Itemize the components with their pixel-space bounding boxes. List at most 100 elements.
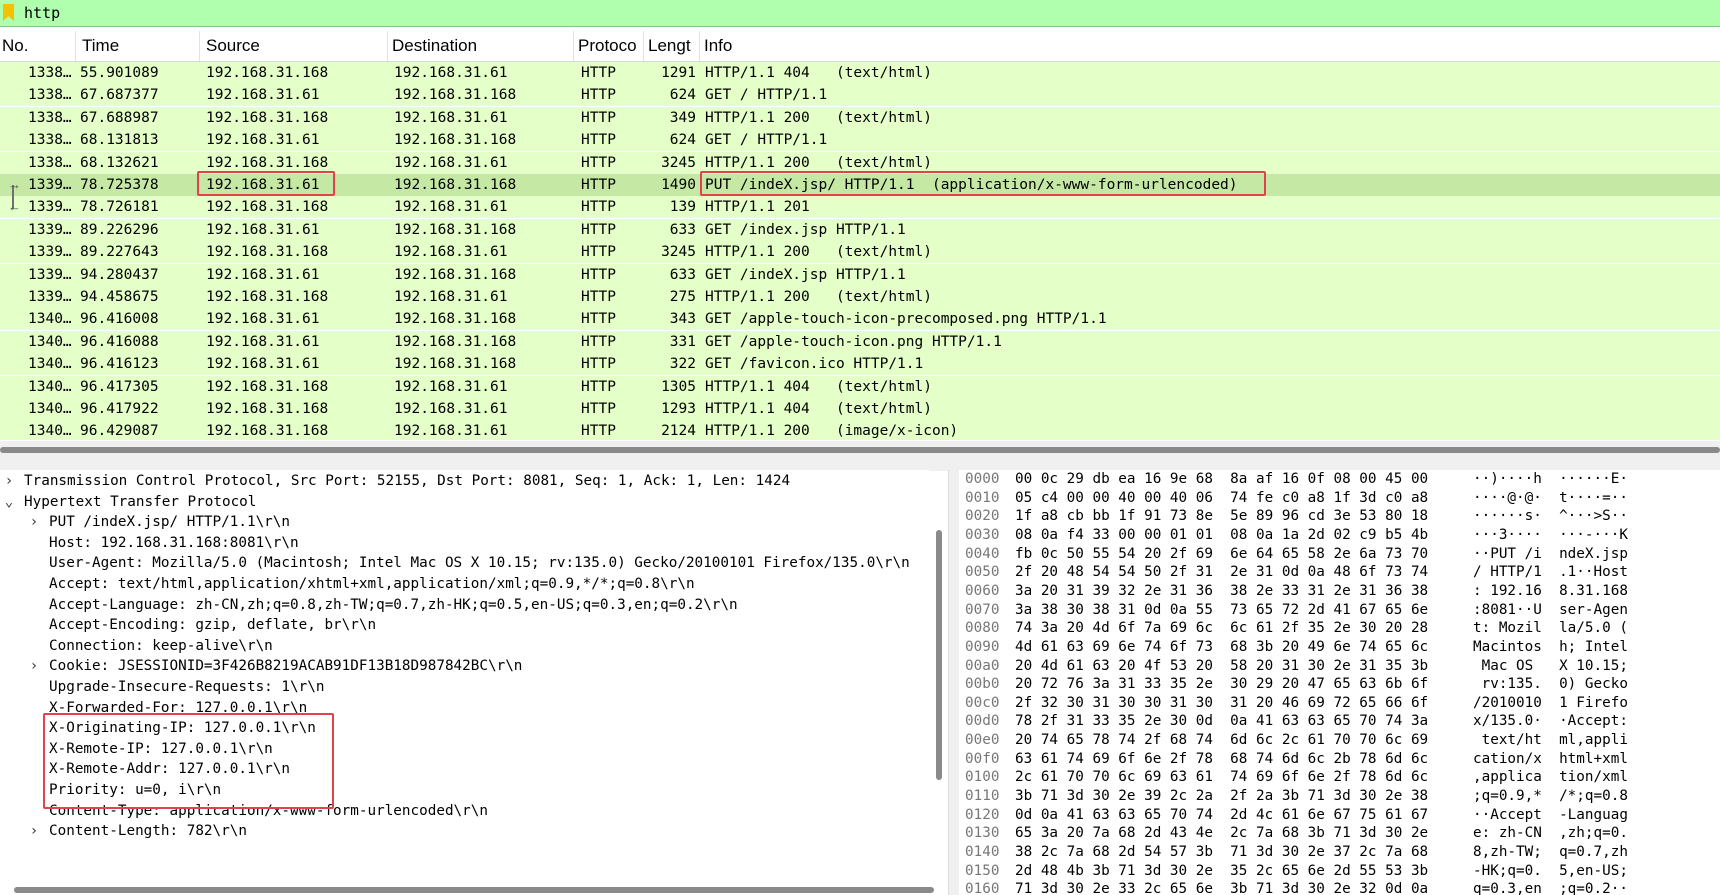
details-tree-item[interactable]: Connection: keep-alive\r\n (0, 635, 930, 657)
column-header-no[interactable]: No. (0, 31, 76, 61)
bytes-hex[interactable]: 2f 20 48 54 54 50 2f 31 2e 31 0d 0a 48 6… (1015, 563, 1428, 582)
column-header-destination[interactable]: Destination (388, 31, 574, 61)
column-header-source[interactable]: Source (200, 31, 388, 61)
details-tree-item[interactable]: Accept-Language: zh-CN,zh;q=0.8,zh-TW;q=… (0, 594, 930, 616)
bytes-offset[interactable]: 00b0 (965, 675, 999, 694)
bytes-offset[interactable]: 0030 (965, 526, 999, 545)
chevron-right-icon[interactable]: › (2, 470, 16, 492)
packet-row[interactable]: 1338… 55.901089 192.168.31.168 192.168.31.6… (0, 62, 1720, 84)
bytes-hex[interactable]: 20 72 76 3a 31 33 35 2e 30 29 20 47 65 6… (1015, 675, 1428, 694)
packet-row[interactable]: 1340… 96.417922 192.168.31.168 192.168.31.6… (0, 398, 1720, 420)
packet-row[interactable]: 1340… 96.416008 192.168.31.61 192.168.31.16… (0, 308, 1720, 331)
bytes-ascii[interactable]: ··PUT /i ndeX.jsp (1473, 545, 1628, 564)
bytes-hex[interactable]: 4d 61 63 69 6e 74 6f 73 68 3b 20 49 6e 7… (1015, 638, 1428, 657)
bytes-hex[interactable]: 3a 20 31 39 32 2e 31 36 38 2e 33 31 2e 3… (1015, 582, 1428, 601)
packet-row[interactable]: 1340… 96.416088 192.168.31.61 192.168.31.16… (0, 330, 1720, 353)
bytes-hex[interactable]: 0d 0a 41 63 63 65 70 74 2d 4c 61 6e 67 7… (1015, 806, 1428, 825)
bytes-hex[interactable]: 71 3d 30 2e 33 2c 65 6e 3b 71 3d 30 2e 3… (1015, 880, 1428, 895)
bytes-offset[interactable]: 00c0 (965, 694, 999, 713)
bytes-ascii[interactable]: -HK;q=0. 5,en-US; (1473, 862, 1628, 881)
pane-splitter[interactable] (0, 441, 1720, 471)
bytes-hex[interactable]: 2c 61 70 70 6c 69 63 61 74 69 6f 6e 2f 7… (1015, 768, 1428, 787)
bytes-ascii[interactable]: ··Accept -Languag (1473, 806, 1628, 825)
packet-row[interactable]: 1339… 89.226296 192.168.31.61 192.168.31.16… (0, 218, 1720, 241)
bytes-hex[interactable]: 2f 32 30 31 30 30 31 30 31 20 46 69 72 6… (1015, 694, 1428, 713)
packet-row[interactable]: 1339… 94.458675 192.168.31.168 192.168.31.6… (0, 286, 1720, 308)
bytes-offset[interactable]: 00f0 (965, 750, 999, 769)
bytes-ascii[interactable]: Mac OS X 10.15; (1473, 657, 1628, 676)
bytes-offset[interactable]: 0140 (965, 843, 999, 862)
bytes-ascii[interactable]: t: Mozil la/5.0 ( (1473, 619, 1628, 638)
bytes-offset[interactable]: 0160 (965, 880, 999, 895)
bytes-hex[interactable]: 65 3a 20 7a 68 2d 43 4e 2c 7a 68 3b 71 3… (1015, 824, 1428, 843)
bytes-offset[interactable]: 0130 (965, 824, 999, 843)
bytes-ascii[interactable]: q=0.3,en ;q=0.2·· (1473, 880, 1628, 895)
details-tree-item[interactable]: › Transmission Control Protocol, Src Port… (0, 470, 930, 492)
bytes-hex[interactable]: 3a 38 30 38 31 0d 0a 55 73 65 72 2d 41 6… (1015, 601, 1428, 620)
column-header-info[interactable]: Info (700, 31, 1720, 61)
bytes-offset[interactable]: 0040 (965, 545, 999, 564)
packet-row[interactable]: 1340… 96.429087 192.168.31.168 192.168.31.6… (0, 420, 1720, 440)
details-tree-item[interactable]: Host: 192.168.31.168:8081\r\n (0, 532, 930, 554)
packet-list-horizontal-scrollbar[interactable] (0, 447, 1720, 453)
bytes-hex[interactable]: fb 0c 50 55 54 20 2f 69 6e 64 65 58 2e 6… (1015, 545, 1428, 564)
bytes-offset[interactable]: 0150 (965, 862, 999, 881)
details-tree-item[interactable]: › Content-Length: 782\r\n (0, 820, 930, 842)
details-horizontal-scrollbar[interactable] (14, 887, 934, 893)
bytes-ascii[interactable]: e: zh-CN ,zh;q=0. (1473, 824, 1628, 843)
bytes-ascii[interactable]: ···3···· ···-···K (1473, 526, 1628, 545)
bytes-offset[interactable]: 0110 (965, 787, 999, 806)
bytes-hex[interactable]: 05 c4 00 00 40 00 40 06 74 fe c0 a8 1f 3… (1015, 489, 1428, 508)
column-header-protocol[interactable]: Protoco (574, 31, 644, 61)
bytes-hex[interactable]: 1f a8 cb bb 1f 91 73 8e 5e 89 96 cd 3e 5… (1015, 507, 1428, 526)
packet-row[interactable]: 1340… 96.417305 192.168.31.168 192.168.31.6… (0, 375, 1720, 398)
details-vertical-scrollbar[interactable] (936, 530, 942, 780)
bytes-offset[interactable]: 0100 (965, 768, 999, 787)
packet-row[interactable]: 1339… 89.227643 192.168.31.168 192.168.31.6… (0, 241, 1720, 264)
vertical-pane-splitter[interactable] (948, 470, 959, 895)
bytes-offset[interactable]: 0000 (965, 470, 999, 489)
chevron-down-icon[interactable]: ⌄ (2, 491, 16, 513)
packet-row[interactable]: 1338… 67.687377 192.168.31.61 192.168.31.16… (0, 84, 1720, 107)
bytes-hex[interactable]: 3b 71 3d 30 2e 39 2c 2a 2f 2a 3b 71 3d 3… (1015, 787, 1428, 806)
bytes-ascii[interactable]: rv:135. 0) Gecko (1473, 675, 1628, 694)
bytes-ascii[interactable]: :8081··U ser-Agen (1473, 601, 1628, 620)
details-tree-item[interactable]: › PUT /indeX.jsp/ HTTP/1.1\r\n (0, 511, 930, 533)
bytes-hex[interactable]: 38 2c 7a 68 2d 54 57 3b 71 3d 30 2e 37 2… (1015, 843, 1428, 862)
bytes-ascii[interactable]: cation/x html+xml (1473, 750, 1628, 769)
display-filter-input[interactable] (24, 2, 1704, 24)
bytes-hex[interactable]: 20 4d 61 63 20 4f 53 20 58 20 31 30 2e 3… (1015, 657, 1428, 676)
bytes-offset[interactable]: 00e0 (965, 731, 999, 750)
bytes-ascii[interactable]: ,applica tion/xml (1473, 768, 1628, 787)
bytes-ascii[interactable]: /2010010 1 Firefo (1473, 694, 1628, 713)
bytes-offset[interactable]: 0010 (965, 489, 999, 508)
packet-row[interactable]: 1338… 68.131813 192.168.31.61 192.168.31.16… (0, 129, 1720, 152)
bytes-ascii[interactable]: / HTTP/1 .1··Host (1473, 563, 1628, 582)
details-tree-item[interactable]: ⌄ Hypertext Transfer Protocol (0, 491, 930, 513)
bytes-offset[interactable]: 0060 (965, 582, 999, 601)
details-tree-item[interactable]: Accept-Encoding: gzip, deflate, br\r\n (0, 614, 930, 636)
details-tree-item[interactable]: User-Agent: Mozilla/5.0 (Macintosh; Inte… (0, 552, 930, 574)
bytes-offset[interactable]: 0090 (965, 638, 999, 657)
bytes-ascii[interactable]: ;q=0.9,* /*;q=0.8 (1473, 787, 1628, 806)
packet-row[interactable]: 1338… 67.688987 192.168.31.168 192.168.31.6… (0, 106, 1720, 129)
chevron-right-icon[interactable]: › (27, 820, 41, 842)
bytes-ascii[interactable]: : 192.16 8.31.168 (1473, 582, 1628, 601)
filter-bookmark-icon[interactable] (3, 4, 14, 21)
packet-row[interactable]: 1339… 78.726181 192.168.31.168 192.168.31.6… (0, 196, 1720, 219)
details-tree-item[interactable]: › Cookie: JSESSIONID=3F426B8219ACAB91DF13… (0, 655, 930, 677)
column-header-length[interactable]: Lengt (644, 31, 700, 61)
chevron-right-icon[interactable]: › (27, 655, 41, 677)
bytes-hex[interactable]: 20 74 65 78 74 2f 68 74 6d 6c 2c 61 70 7… (1015, 731, 1428, 750)
details-tree-item[interactable]: Upgrade-Insecure-Requests: 1\r\n (0, 676, 930, 698)
bytes-hex[interactable]: 78 2f 31 33 35 2e 30 0d 0a 41 63 63 65 7… (1015, 712, 1428, 731)
bytes-offset[interactable]: 0070 (965, 601, 999, 620)
column-header-time[interactable]: Time (76, 31, 200, 61)
bytes-offset[interactable]: 0020 (965, 507, 999, 526)
bytes-ascii[interactable]: x/135.0· ·Accept: (1473, 712, 1628, 731)
bytes-offset[interactable]: 0080 (965, 619, 999, 638)
bytes-offset[interactable]: 00d0 (965, 712, 999, 731)
bytes-hex[interactable]: 63 61 74 69 6f 6e 2f 78 68 74 6d 6c 2b 7… (1015, 750, 1428, 769)
packet-row[interactable]: 1339… 94.280437 192.168.31.61 192.168.31.16… (0, 263, 1720, 286)
details-tree-item[interactable]: Accept: text/html,application/xhtml+xml,… (0, 573, 930, 595)
